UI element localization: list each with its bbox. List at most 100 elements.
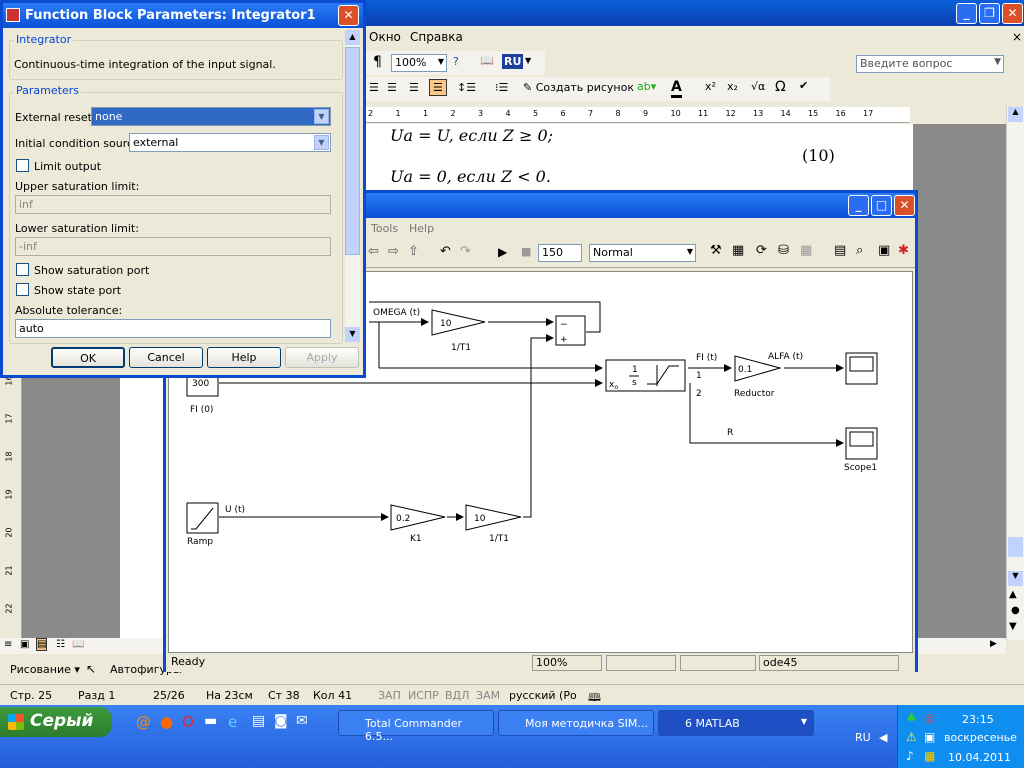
apply-button[interactable]: Apply bbox=[285, 347, 359, 368]
menu-help[interactable]: Help bbox=[409, 222, 434, 235]
chevron-down-icon[interactable]: ▼ bbox=[994, 57, 1001, 67]
start-simulation-icon[interactable]: ▶ bbox=[498, 245, 507, 259]
task-matlab-group[interactable]: 6 MATLAB ▼ bbox=[658, 710, 814, 736]
view-outline-icon[interactable]: ☷ bbox=[56, 639, 65, 650]
close-icon[interactable]: ✕ bbox=[338, 5, 359, 26]
scroll-up-icon[interactable]: ▲ bbox=[345, 30, 360, 45]
pointer-icon[interactable]: ↖ bbox=[86, 662, 96, 676]
view-web-icon[interactable]: ▣ bbox=[20, 639, 29, 650]
align-center-icon[interactable]: ☰ bbox=[387, 81, 397, 94]
minimize-icon[interactable]: _ bbox=[848, 195, 869, 216]
app-icon[interactable]: ◙ bbox=[274, 713, 288, 729]
create-picture-button[interactable]: ✎ Создать рисунок bbox=[523, 81, 634, 94]
highlight-icon[interactable]: ab▾ bbox=[637, 80, 656, 93]
cancel-button[interactable]: Cancel bbox=[129, 347, 203, 368]
chevron-down-icon[interactable]: ▼ bbox=[525, 56, 531, 65]
line-spacing-icon[interactable]: ↕☰ bbox=[457, 81, 476, 94]
opera-icon[interactable]: O bbox=[182, 713, 194, 731]
build-icon[interactable]: ⚒ bbox=[710, 243, 722, 258]
library-icon[interactable]: ⛁ bbox=[778, 243, 789, 258]
subscript-icon[interactable]: x₂ bbox=[727, 80, 738, 93]
quicklaunch-mail-icon[interactable]: @ bbox=[136, 713, 151, 731]
chat-icon[interactable]: ✉ bbox=[296, 713, 308, 729]
scope1-block[interactable] bbox=[845, 427, 878, 460]
sqrt-icon[interactable]: √α bbox=[751, 80, 765, 93]
scroll-thumb[interactable] bbox=[1008, 537, 1023, 557]
show-desktop-icon[interactable]: ▬ bbox=[204, 713, 217, 729]
ie-icon[interactable]: e bbox=[228, 713, 237, 731]
maximize-icon[interactable]: □ bbox=[871, 195, 892, 216]
view-normal-icon[interactable]: ≡ bbox=[4, 639, 12, 650]
scroll-down-icon[interactable]: ▼ bbox=[1008, 571, 1023, 586]
draw-menu[interactable]: Рисование ▾ bbox=[10, 663, 80, 676]
abs-tolerance-field[interactable]: auto bbox=[15, 319, 331, 338]
status-rec[interactable]: ЗАП bbox=[378, 689, 401, 702]
tray-network-icon[interactable]: ▣ bbox=[924, 730, 935, 744]
task-total-commander[interactable]: Total Commander 6.5... bbox=[338, 710, 494, 743]
menu-window[interactable]: Окно bbox=[369, 30, 401, 44]
view-layout-icon[interactable]: ▤ bbox=[36, 638, 48, 651]
ic-source-select[interactable]: external ▼ bbox=[129, 133, 331, 152]
read-icon[interactable]: 📖 bbox=[480, 54, 494, 67]
refresh-icon[interactable]: ⟳ bbox=[756, 243, 767, 258]
back-icon[interactable]: ⇦ bbox=[368, 244, 379, 259]
help-button[interactable]: Help bbox=[207, 347, 281, 368]
align-left-icon[interactable]: ☰ bbox=[369, 81, 379, 94]
close-icon[interactable]: ✕ bbox=[1002, 3, 1023, 24]
pilcrow-icon[interactable]: ¶ bbox=[373, 54, 382, 70]
spellcheck-icon[interactable]: ✔ bbox=[799, 79, 808, 92]
external-reset-select[interactable]: none ▼ bbox=[91, 107, 331, 126]
menu-help[interactable]: Справка bbox=[410, 30, 463, 44]
chevron-down-icon[interactable]: ▼ bbox=[314, 109, 329, 124]
language-indicator[interactable]: RU bbox=[855, 731, 871, 744]
up-icon[interactable]: ⇧ bbox=[408, 244, 419, 259]
tray-audio-icon[interactable]: ♪ bbox=[906, 749, 914, 763]
zoom-icon[interactable]: ⌕ bbox=[856, 243, 863, 258]
prev-page-icon[interactable]: ▲ bbox=[1009, 589, 1017, 600]
stop-simulation-icon[interactable]: ■ bbox=[521, 245, 531, 258]
ok-button[interactable]: OK bbox=[51, 347, 125, 368]
signal-line[interactable] bbox=[523, 334, 554, 518]
task-word-document[interactable]: Моя методичка SIM... bbox=[498, 710, 654, 736]
update-diagram-icon[interactable]: ▦ bbox=[732, 243, 744, 258]
status-trk[interactable]: ИСПР bbox=[408, 689, 439, 702]
undo-icon[interactable]: ↶ bbox=[440, 244, 451, 259]
help-search-input[interactable]: Введите вопрос ▼ bbox=[856, 55, 1004, 73]
vertical-scrollbar[interactable]: ▲ ▼ ▲ ● ▼ bbox=[1006, 107, 1024, 640]
justify-icon[interactable]: ☰ bbox=[429, 79, 447, 96]
font-color-icon[interactable]: A bbox=[671, 79, 682, 98]
view-reading-icon[interactable]: 📖 bbox=[72, 639, 84, 650]
sim-mode-select[interactable]: Normal ▼ bbox=[589, 244, 696, 262]
next-page-icon[interactable]: ▼ bbox=[1009, 621, 1017, 632]
close-doc-icon[interactable]: × bbox=[1012, 30, 1022, 44]
lower-limit-field[interactable]: -inf bbox=[15, 237, 331, 256]
debug-icon[interactable]: ▦ bbox=[800, 243, 812, 258]
upper-limit-field[interactable]: inf bbox=[15, 195, 331, 214]
numbered-list-icon[interactable]: ⁝☰ bbox=[495, 81, 508, 94]
debugger-icon[interactable]: ✱ bbox=[898, 243, 909, 258]
omega-icon[interactable]: Ω bbox=[775, 79, 786, 95]
redo-icon[interactable]: ↷ bbox=[460, 244, 471, 259]
status-ovr[interactable]: ЗАМ bbox=[476, 689, 500, 702]
zoom-combo[interactable]: 100% ▼ bbox=[391, 54, 447, 72]
chevron-down-icon[interactable]: ▼ bbox=[314, 135, 329, 150]
scroll-down-icon[interactable]: ▼ bbox=[345, 327, 360, 342]
scroll-thumb[interactable] bbox=[345, 47, 360, 255]
status-ext[interactable]: ВДЛ bbox=[445, 689, 469, 702]
stop-time-input[interactable]: 150 bbox=[538, 244, 582, 262]
dialog-scrollbar[interactable]: ▲ ▼ bbox=[345, 30, 360, 342]
scroll-right-icon[interactable]: ▶ bbox=[990, 639, 997, 649]
tray-expand-icon[interactable]: ◀ bbox=[879, 731, 887, 744]
tray-misc-icon[interactable]: ▦ bbox=[924, 749, 935, 763]
help-icon[interactable]: ? bbox=[453, 55, 459, 68]
start-button[interactable]: Серый bbox=[0, 707, 112, 737]
firefox-icon[interactable]: ● bbox=[160, 713, 173, 731]
close-icon[interactable]: ✕ bbox=[894, 195, 915, 216]
tray-target-icon[interactable]: ◎ bbox=[924, 711, 934, 725]
browse-object-icon[interactable]: ● bbox=[1011, 605, 1020, 616]
clock-time[interactable]: 23:15 bbox=[962, 713, 994, 726]
model-explorer-icon[interactable]: ▤ bbox=[834, 243, 846, 258]
scope-block[interactable] bbox=[845, 352, 878, 385]
superscript-icon[interactable]: x² bbox=[705, 80, 716, 93]
show-state-port-checkbox[interactable] bbox=[16, 283, 29, 296]
